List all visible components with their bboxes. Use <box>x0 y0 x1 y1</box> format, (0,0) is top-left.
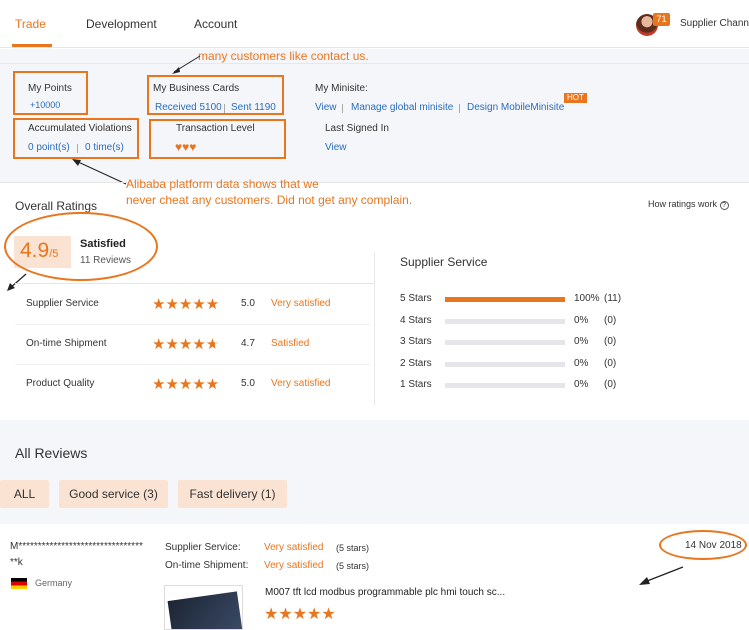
minisite-sep-1 <box>342 104 343 113</box>
breakdown-label: 4 Stars <box>400 314 432 326</box>
star-rating: ★★★★★ <box>152 296 220 313</box>
ratings-divider <box>0 182 749 183</box>
category-row: Product Quality ★★★★★ 5.0 Very satisfied <box>0 375 374 395</box>
annotation-box-cards <box>147 75 284 115</box>
breakdown-label: 2 Stars <box>400 357 432 369</box>
filter-good-service[interactable]: Good service (3) <box>59 480 168 508</box>
annotation-contact: many customers like contact us. <box>198 49 369 63</box>
how-ratings-link[interactable]: How ratings work ? <box>648 199 729 210</box>
product-star-rating: ★★★★★ <box>264 606 336 623</box>
category-score: 4.7 <box>241 338 255 349</box>
breakdown-bar-track <box>445 361 565 367</box>
category-row: On-time Shipment ★★★★★ 4.7 Satisfied <box>0 335 374 355</box>
annotation-box-points <box>13 71 88 115</box>
category-name: Product Quality <box>26 378 95 389</box>
reviews-section-bg <box>0 420 749 524</box>
review-service-label: Supplier Service: <box>165 542 241 553</box>
breakdown-label: 5 Stars <box>400 293 432 304</box>
breakdown-percent: 0% <box>574 379 589 390</box>
review-shipment-label: On-time Shipment: <box>165 560 249 571</box>
notification-badge[interactable]: 71 <box>653 13 670 26</box>
breakdown-count: (0) <box>604 357 617 369</box>
tab-development[interactable]: Development <box>86 17 157 31</box>
category-score: 5.0 <box>241 378 255 389</box>
last-signed-label: Last Signed In <box>325 123 389 134</box>
supplier-channel-link[interactable]: Supplier Channe <box>680 18 749 29</box>
breakdown-title: Supplier Service <box>400 255 488 269</box>
category-divider <box>15 364 370 365</box>
category-verdict: Satisfied <box>271 338 310 349</box>
review-shipment-stars: (5 stars) <box>336 561 370 571</box>
breakdown-count: (0) <box>604 314 617 326</box>
partial-star-icon: ★ <box>205 336 220 353</box>
buyer-country: Germany <box>35 578 73 588</box>
tab-account[interactable]: Account <box>194 17 237 31</box>
breakdown-bar-track <box>445 340 565 345</box>
breakdown-percent: 100% <box>574 293 600 304</box>
how-ratings-text: How ratings work <box>648 199 718 209</box>
last-signed-view-link[interactable]: View <box>325 142 347 153</box>
ratings-left-vertical-border <box>374 252 375 405</box>
minisite-view-link[interactable]: View <box>315 102 337 113</box>
breakdown-percent: 0% <box>574 314 589 326</box>
ratings-left-top-border <box>15 283 375 284</box>
tab-trade-underline <box>12 44 52 47</box>
category-name: Supplier Service <box>26 298 99 309</box>
annotation-ellipse-date <box>659 530 747 560</box>
category-name: On-time Shipment <box>26 338 107 349</box>
panel-divider <box>0 63 749 64</box>
breakdown-label: 1 Stars <box>400 379 432 390</box>
filter-fast-delivery[interactable]: Fast delivery (1) <box>178 480 287 508</box>
breakdown-bar-track <box>445 318 565 324</box>
breakdown-count: (11) <box>604 293 622 304</box>
annotation-cheat-line1: Alibaba platform data shows that we <box>126 177 319 191</box>
annotation-arrow-date <box>639 566 684 585</box>
filter-all[interactable]: ALL <box>0 480 49 508</box>
hot-badge: HOT <box>564 93 587 103</box>
annotation-arrow-contact <box>172 55 201 74</box>
product-title-link[interactable]: M007 tft lcd modbus programmable plc hmi… <box>265 587 505 598</box>
category-score: 5.0 <box>241 298 255 309</box>
breakdown-bar-track <box>445 383 565 388</box>
annotation-box-violations <box>13 118 139 159</box>
product-screen-image <box>167 591 242 629</box>
breakdown-label: 3 Stars <box>400 336 432 347</box>
annotation-box-transaction <box>149 119 286 159</box>
breakdown-count: (0) <box>604 336 617 347</box>
star-rating: ★★★★★ <box>152 336 220 353</box>
manage-minisite-link[interactable]: Manage global minisite <box>351 102 453 113</box>
minisite-label: My Minisite: <box>315 83 368 94</box>
breakdown-bar-fill <box>445 297 565 302</box>
breakdown-percent: 0% <box>574 357 589 369</box>
annotation-cheat-line2: never cheat any customers. Did not get a… <box>126 193 413 207</box>
star-rating: ★★★★★ <box>152 376 220 393</box>
germany-flag-icon <box>11 578 27 589</box>
category-verdict: Very satisfied <box>271 378 331 389</box>
review-service-stars: (5 stars) <box>336 543 370 553</box>
help-icon: ? <box>719 201 729 210</box>
breakdown-count: (0) <box>604 379 617 390</box>
category-verdict: Very satisfied <box>271 298 331 309</box>
product-thumbnail[interactable] <box>164 585 243 630</box>
annotation-arrow-cheat <box>72 159 127 185</box>
minisite-sep-2 <box>459 104 460 113</box>
reviews-title: All Reviews <box>15 445 88 461</box>
category-row: Supplier Service ★★★★★ 5.0 Very satisfie… <box>0 295 374 315</box>
buyer-name-line2: **k <box>10 557 23 568</box>
buyer-name-line1: M******************************** <box>10 541 143 552</box>
ratings-title: Overall Ratings <box>15 199 98 213</box>
review-shipment-verdict: Very satisfied <box>264 560 324 571</box>
breakdown-percent: 0% <box>574 336 589 347</box>
annotation-arrow-score <box>7 273 27 291</box>
design-mobile-minisite-link[interactable]: Design MobileMinisite <box>467 102 564 113</box>
review-service-verdict: Very satisfied <box>264 542 324 553</box>
category-divider <box>15 324 370 325</box>
annotation-ellipse-score <box>4 212 158 281</box>
tab-trade[interactable]: Trade <box>15 17 46 31</box>
